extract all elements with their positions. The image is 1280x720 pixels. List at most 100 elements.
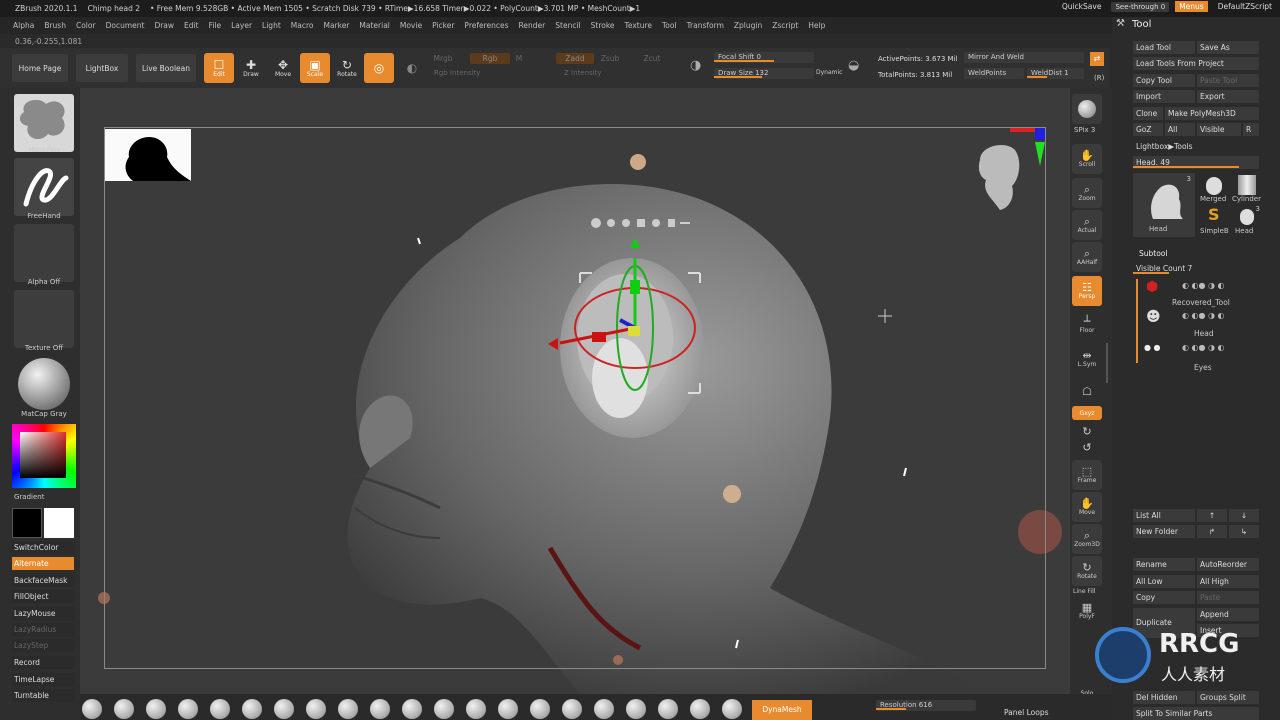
brush-ball-icon-16[interactable] (562, 699, 582, 719)
menu-material[interactable]: Material (359, 21, 389, 30)
see-through-slider[interactable]: See-through 0 (1111, 1, 1170, 12)
clone-button[interactable]: Clone (1133, 107, 1163, 120)
brush-ball-icon-3[interactable] (146, 699, 166, 719)
menu-movie[interactable]: Movie (400, 21, 422, 30)
menu-zscript[interactable]: Zscript (772, 21, 798, 30)
mirror-and-weld-button[interactable]: Mirror And Weld (964, 52, 1084, 63)
brush-ball-icon-10[interactable] (370, 699, 390, 719)
material-sphere-button[interactable]: ◐ (397, 53, 427, 83)
dynamic-button[interactable]: Dynamic (816, 69, 842, 76)
merged-tool-thumbnail[interactable]: Merged (1200, 173, 1230, 203)
draw-mode-button[interactable]: ✚ Draw (236, 53, 266, 83)
copy-button[interactable]: Copy (1133, 591, 1195, 604)
color-saturation-square[interactable] (20, 432, 66, 478)
panel-loops-button[interactable]: Panel Loops (1004, 708, 1049, 717)
draw-size-slider[interactable]: Draw Size 132 (714, 68, 814, 79)
menu-stencil[interactable]: Stencil (555, 21, 580, 30)
alpha-thumbnail[interactable] (14, 224, 74, 282)
mrgb-button[interactable]: Mrgb (430, 53, 456, 64)
brush-ball-icon-12[interactable] (434, 699, 454, 719)
menu-zplugin[interactable]: Zplugin (734, 21, 762, 30)
scroll-button[interactable]: ✋ Scroll (1072, 144, 1102, 174)
subtool-item-eyes[interactable]: ● ● ◐ ◐● ◑ ◐ Eyes (1142, 343, 1262, 372)
gxyz-button[interactable]: Gxyz (1072, 406, 1102, 420)
shelf-scroll-handle[interactable] (1106, 343, 1108, 383)
append-button[interactable]: Append (1197, 608, 1259, 621)
brush-ball-icon-6[interactable] (242, 699, 262, 719)
weld-points-button[interactable]: WeldPoints (964, 68, 1024, 79)
lazystep-slider[interactable]: LazyStep (12, 639, 74, 652)
material-thumbnail[interactable] (14, 356, 74, 414)
menu-edit[interactable]: Edit (184, 21, 199, 30)
swap-icon[interactable]: ⇄ (1090, 52, 1104, 66)
menu-picker[interactable]: Picker (432, 21, 454, 30)
menu-tool[interactable]: Tool (662, 21, 677, 30)
rotate-view-button[interactable]: ↻ Rotate (1072, 556, 1102, 586)
menus-button[interactable]: Menus (1175, 1, 1208, 12)
frame-button[interactable]: ⬚ Frame (1072, 460, 1102, 490)
menu-render[interactable]: Render (519, 21, 546, 30)
all-high-button[interactable]: All High (1197, 575, 1259, 588)
list-all-button[interactable]: List All (1133, 509, 1195, 522)
zoom3d-button[interactable]: ⌕ Zoom3D (1072, 524, 1102, 554)
lazyradius-slider[interactable]: LazyRadius (12, 623, 74, 636)
current-tool-thumbnail[interactable]: 3 Head (1133, 173, 1195, 237)
brush-ball-icon-8[interactable] (306, 699, 326, 719)
timelapse-button[interactable]: TimeLapse (12, 673, 74, 686)
import-button[interactable]: Import (1133, 90, 1195, 103)
lsym-button[interactable]: ⇹ L.Sym (1072, 344, 1102, 374)
aahalf-button[interactable]: ⌕ AAHalf (1072, 242, 1102, 272)
brush-ball-icon-5[interactable] (210, 699, 230, 719)
fillobject-button[interactable]: FillObject (12, 590, 74, 603)
menu-brush[interactable]: Brush (44, 21, 66, 30)
rename-button[interactable]: Rename (1133, 558, 1195, 571)
head-tool-thumbnail[interactable]: 3 Head (1232, 205, 1262, 235)
weld-dist-slider[interactable]: WeldDist 1 (1027, 68, 1084, 79)
zadd-button[interactable]: Zadd (556, 53, 594, 64)
menu-transform[interactable]: Transform (687, 21, 724, 30)
switchcolor-button[interactable]: SwitchColor (12, 541, 74, 554)
default-zscript-button[interactable]: DefaultZScript (1214, 1, 1276, 12)
menu-texture[interactable]: Texture (625, 21, 652, 30)
move-down-button[interactable]: ↓ (1229, 509, 1259, 522)
subtool-item-recovered[interactable]: ⬢ ◐ ◐● ◑ ◐ Recovered_Tool (1142, 279, 1262, 307)
gizmo-toggle-button[interactable]: ◎ (364, 53, 394, 83)
secondary-color-swatch[interactable] (44, 508, 74, 538)
stroke-thumbnail[interactable] (14, 158, 74, 216)
subtool-item-head[interactable]: ☻ ◐ ◐● ◑ ◐ Head (1142, 309, 1262, 339)
move-mode-button[interactable]: ✥ Move (268, 53, 298, 83)
persp-button[interactable]: ☷ Persp (1072, 276, 1102, 306)
brush-ball-icon-15[interactable] (530, 699, 550, 719)
rotate-axis-icon-2[interactable]: ↺ (1072, 440, 1102, 454)
menu-layer[interactable]: Layer (231, 21, 252, 30)
paste-tool-button[interactable]: Paste Tool (1197, 74, 1259, 87)
goz-button[interactable]: GoZ (1133, 123, 1163, 136)
brush-ball-icon-13[interactable] (466, 699, 486, 719)
menu-preferences[interactable]: Preferences (464, 21, 508, 30)
zcut-button[interactable]: Zcut (640, 53, 664, 64)
texture-thumbnail[interactable] (14, 290, 74, 348)
rgb-button[interactable]: Rgb (470, 53, 510, 64)
home-page-button[interactable]: Home Page (12, 54, 68, 82)
brush-ball-icon-17[interactable] (594, 699, 614, 719)
cylinder-tool-thumbnail[interactable]: Cylinder (1232, 173, 1262, 203)
brush-ball-icon-1[interactable] (82, 699, 102, 719)
all-button[interactable]: All (1165, 123, 1195, 136)
rotate-mode-button[interactable]: ↻ Rotate (332, 53, 362, 83)
rgb-intensity-slider[interactable]: Rgb Intensity (430, 68, 556, 79)
brush-ball-icon-20[interactable] (690, 699, 710, 719)
quicksave-button[interactable]: QuickSave (1058, 1, 1106, 12)
autoreorder-button[interactable]: AutoReorder (1197, 558, 1259, 571)
load-tools-from-project-button[interactable]: Load Tools From Project (1133, 57, 1259, 70)
m-button[interactable]: M (512, 53, 526, 64)
lock-button[interactable]: ☖ (1072, 376, 1102, 406)
r-button[interactable]: R (1243, 123, 1259, 136)
polyf-button[interactable]: ▦ PolyF (1072, 596, 1102, 626)
spix-button[interactable] (1072, 94, 1102, 124)
new-folder-button[interactable]: New Folder (1133, 525, 1195, 538)
brush-ball-icon-7[interactable] (274, 699, 294, 719)
backfacemask-button[interactable]: BackfaceMask (12, 574, 74, 587)
copy-tool-button[interactable]: Copy Tool (1133, 74, 1195, 87)
menu-alpha[interactable]: Alpha (13, 21, 34, 30)
groups-split-button[interactable]: Groups Split (1197, 691, 1259, 704)
